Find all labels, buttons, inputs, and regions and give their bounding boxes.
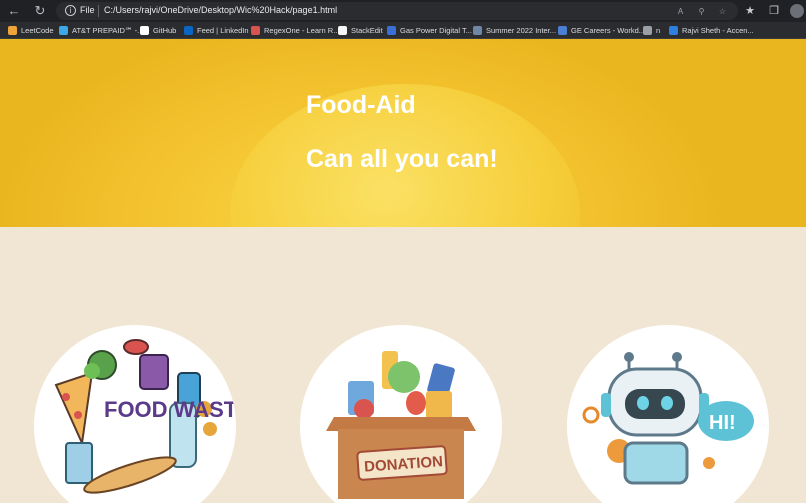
linkedin-icon <box>184 26 193 35</box>
read-aloud-icon[interactable]: A <box>675 6 686 17</box>
url-text[interactable]: C:/Users/rajvi/OneDrive/Desktop/Wic%20Ha… <box>104 5 337 15</box>
bookmark-label: RegexOne - Learn R... <box>264 26 340 35</box>
bookmark-label: n <box>656 26 661 35</box>
bookmark-label: GitHub <box>153 26 177 35</box>
bookmark-summer-2022[interactable]: Summer 2022 Inter... <box>473 24 556 37</box>
profile-avatar[interactable] <box>790 4 804 18</box>
bookmark-label: Summer 2022 Inter... <box>486 26 557 35</box>
tagline: Can all you can! <box>306 145 498 173</box>
summer-icon <box>473 26 482 35</box>
bookmark-label: Gas Power Digital T... <box>400 26 472 35</box>
address-divider <box>98 5 99 17</box>
back-icon[interactable]: ← <box>6 3 22 19</box>
food-waste-text: FOOD WASTE <box>104 397 236 422</box>
att-icon <box>59 26 68 35</box>
bookmark-stackedit[interactable]: StackEdit <box>338 24 383 37</box>
food-waste-card[interactable]: FOOD WASTE <box>34 325 236 503</box>
bookmark-label: GE Careers - Workd... <box>571 26 646 35</box>
chatbot-card[interactable]: HI! <box>567 325 769 503</box>
address-bar[interactable]: i File C:/Users/rajvi/OneDrive/Desktop/W… <box>56 2 738 20</box>
bookmark-label: StackEdit <box>351 26 383 35</box>
bookmark-github[interactable]: GitHub <box>140 24 176 37</box>
bookmark-linkedin[interactable]: Feed | LinkedIn <box>184 24 249 37</box>
hero-banner: Food-Aid Can all you can! <box>0 39 806 227</box>
favorites-icon[interactable]: ★ <box>743 4 757 18</box>
robot-illustration: HI! <box>582 352 754 485</box>
zoom-icon[interactable]: ⚲ <box>696 6 707 17</box>
bookmark-leetcode[interactable]: LeetCode <box>8 24 54 37</box>
reload-icon[interactable]: ↻ <box>32 3 48 19</box>
file-label: File <box>80 5 95 15</box>
gas-power-icon <box>387 26 396 35</box>
hi-text: HI! <box>709 412 736 434</box>
food-waste-illustration: FOOD WASTE <box>54 339 236 494</box>
bookmark-label: Feed | LinkedIn <box>197 26 249 35</box>
bookmark-rajvi-sheth[interactable]: Rajvi Sheth - Accen... <box>669 24 754 37</box>
ge-careers-icon <box>558 26 567 35</box>
bookmark-label: Rajvi Sheth - Accen... <box>682 26 754 35</box>
browser-toolbar: ← ↻ i File C:/Users/rajvi/OneDrive/Deskt… <box>0 0 806 22</box>
github-icon <box>140 26 149 35</box>
leetcode-icon <box>8 26 17 35</box>
favorite-add-icon[interactable]: ☆ <box>717 6 728 17</box>
bookmarks-bar: LeetCode AT&T PREPAID℠ -... GitHub Feed … <box>0 22 806 39</box>
bookmark-regexone[interactable]: RegexOne - Learn R... <box>251 24 339 37</box>
bookmark-n[interactable]: n <box>643 24 660 37</box>
bookmark-label: LeetCode <box>21 26 54 35</box>
info-icon[interactable]: i <box>65 5 76 16</box>
donation-box-illustration: DONATION <box>326 351 476 499</box>
site-title: Food-Aid <box>306 91 416 119</box>
n-icon <box>643 26 652 35</box>
bookmark-label: AT&T PREPAID℠ -... <box>72 26 144 35</box>
bookmark-ge-careers[interactable]: GE Careers - Workd... <box>558 24 645 37</box>
regexone-icon <box>251 26 260 35</box>
stackedit-icon <box>338 26 347 35</box>
donation-card[interactable]: DONATION <box>300 325 502 503</box>
bookmark-gas-power[interactable]: Gas Power Digital T... <box>387 24 472 37</box>
collections-icon[interactable]: ❐ <box>767 4 781 18</box>
bookmark-att-prepaid[interactable]: AT&T PREPAID℠ -... <box>59 24 143 37</box>
salesforce-icon <box>669 26 678 35</box>
